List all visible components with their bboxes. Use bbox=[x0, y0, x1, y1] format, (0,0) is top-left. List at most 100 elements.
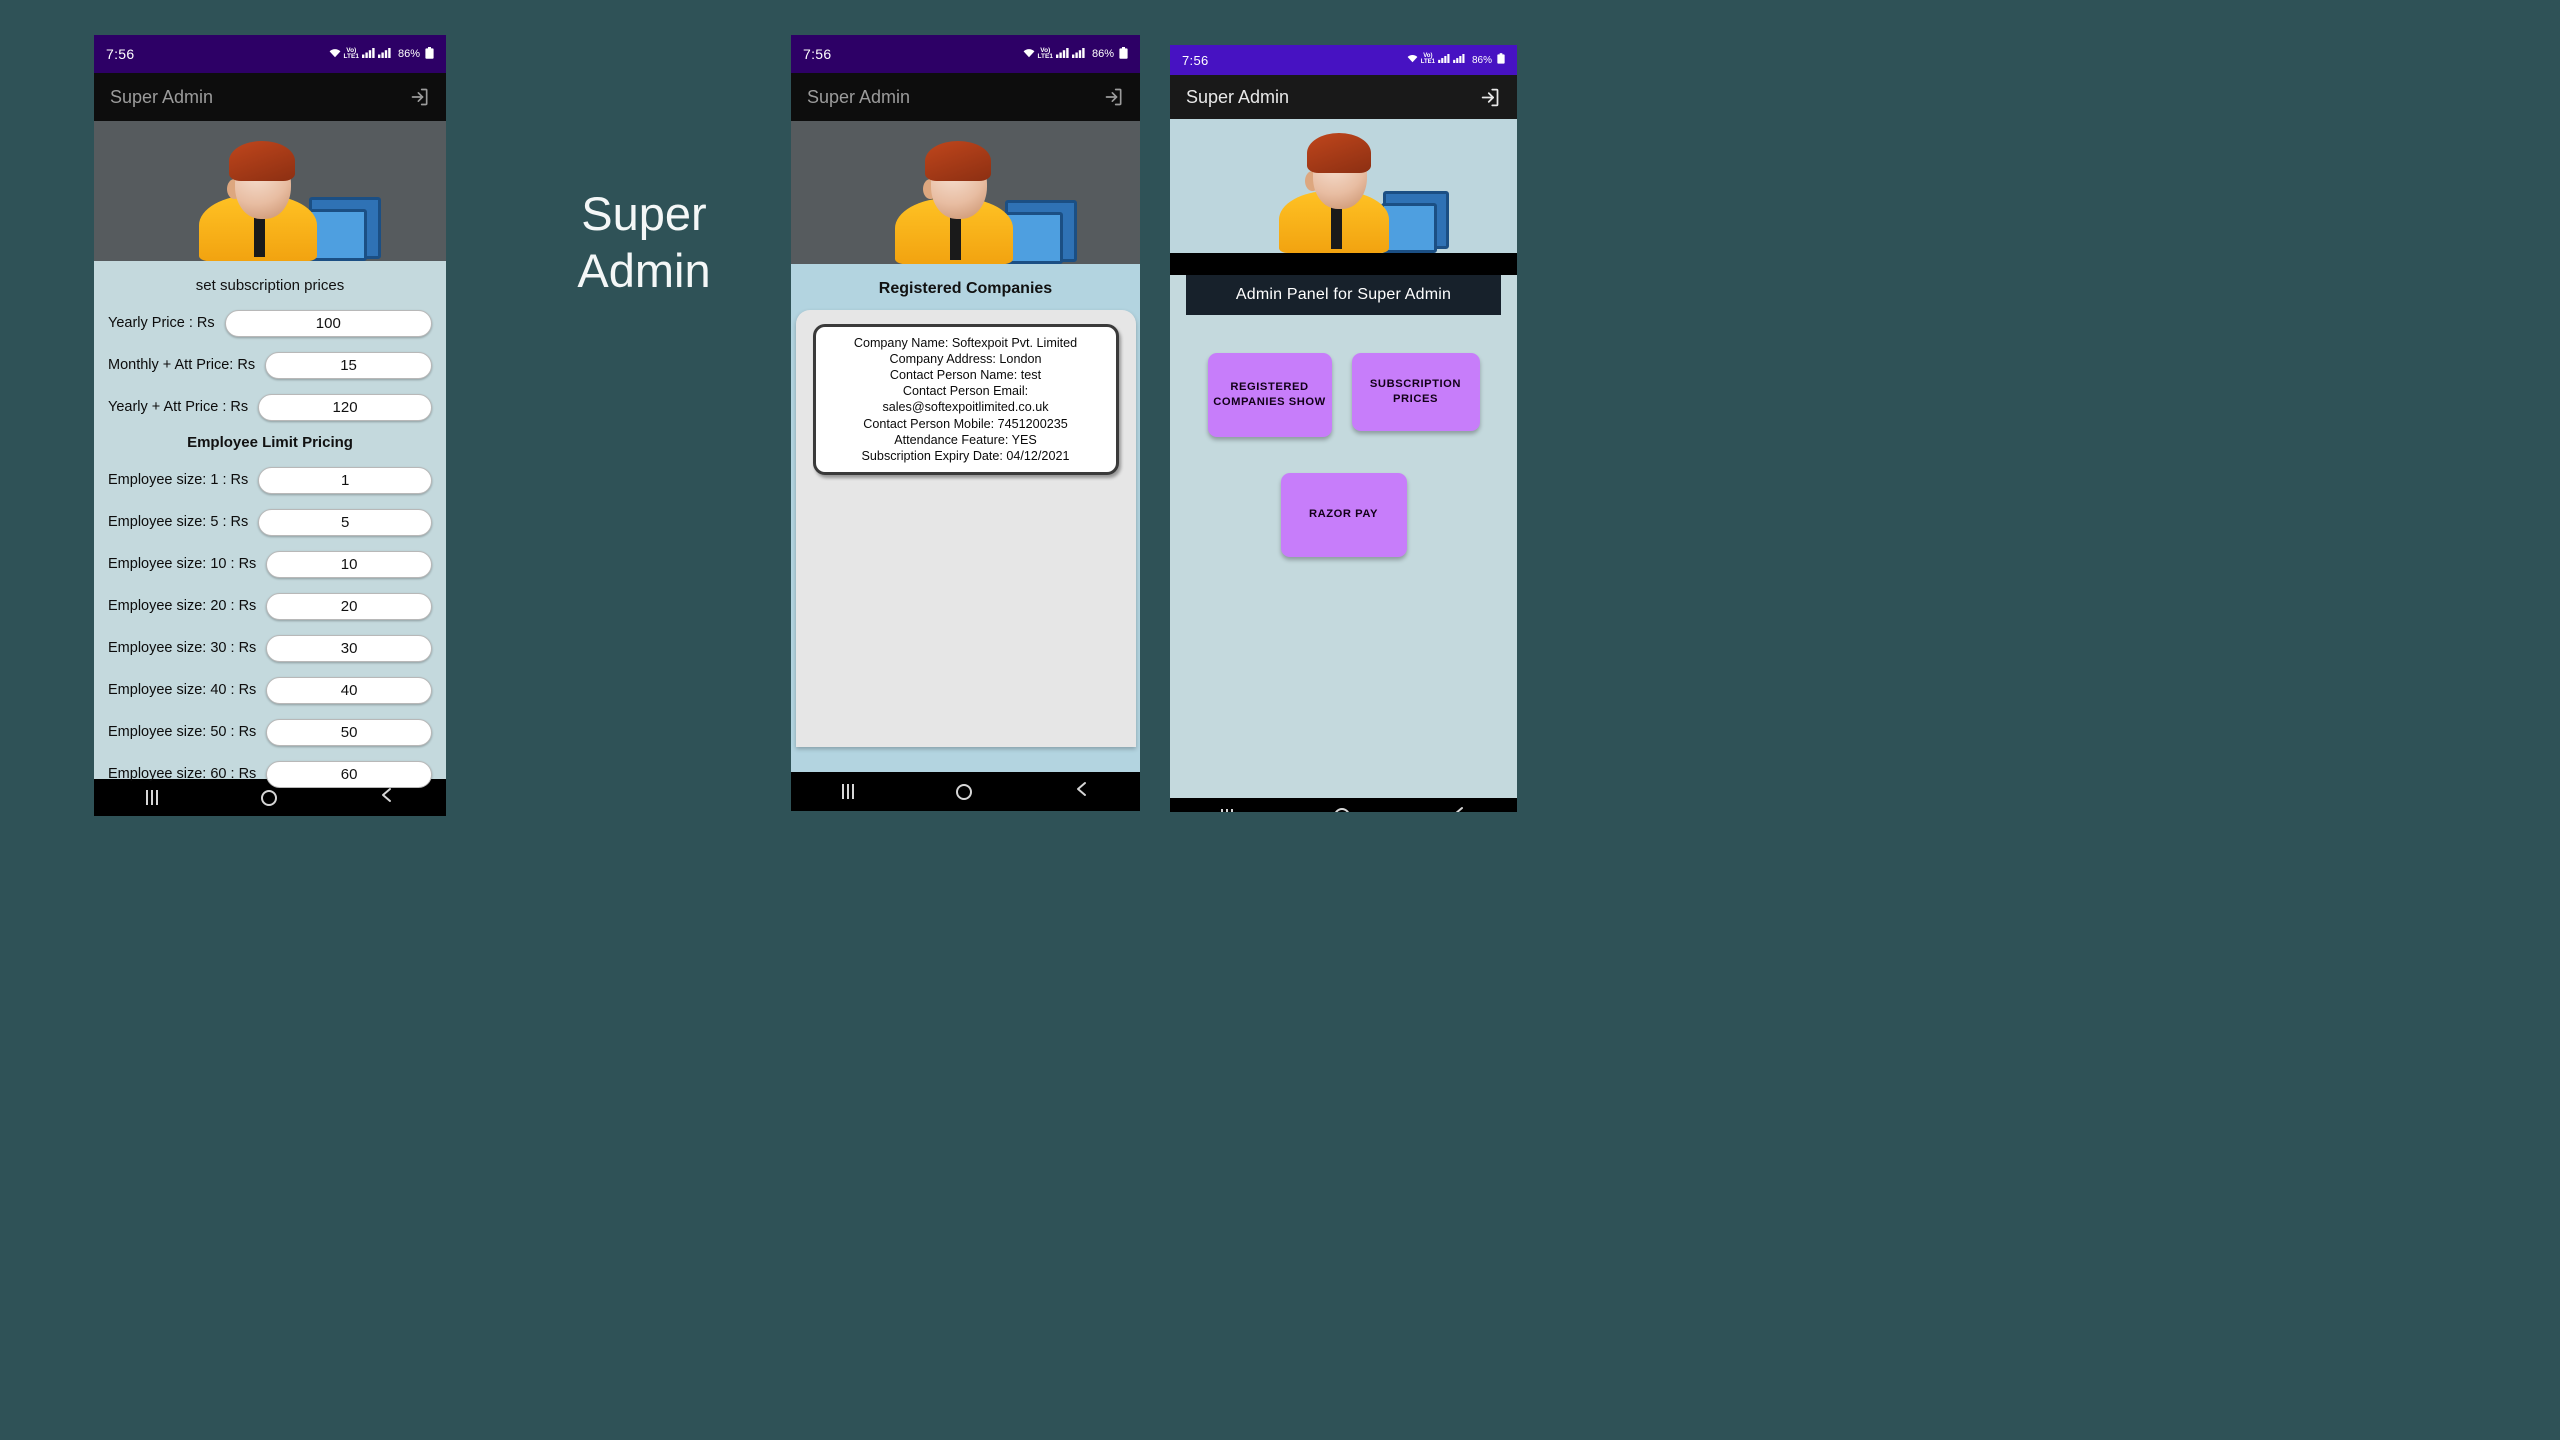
field-label: Employee size: 30 : Rs bbox=[108, 640, 257, 656]
employee-field-row: Employee size: 30 : Rs 30 bbox=[94, 627, 446, 669]
employee-field-row: Employee size: 50 : Rs 50 bbox=[94, 711, 446, 753]
status-bar-time: 7:56 bbox=[1182, 52, 1209, 68]
subscription-prices-panel: set subscription prices Yearly Price : R… bbox=[94, 261, 446, 788]
admin-panel-banner: Admin Panel for Super Admin bbox=[1186, 275, 1501, 315]
field-label: Employee size: 1 : Rs bbox=[108, 472, 249, 488]
signal-bars-icon bbox=[1055, 47, 1069, 61]
subscription-prices-button[interactable]: SUBSCRIPTION PRICES bbox=[1351, 353, 1480, 431]
logout-icon[interactable] bbox=[410, 87, 430, 107]
contact-person-email-value: sales@softexpoitlimited.co.uk bbox=[882, 400, 1049, 415]
hero-image-admin-avatar bbox=[94, 121, 446, 261]
contact-person-email-label: Contact Person Email: bbox=[902, 384, 1029, 399]
app-bar-title: Super Admin bbox=[110, 86, 214, 107]
price-field-row: Monthly + Att Price: Rs 15 bbox=[94, 344, 446, 386]
field-label: Employee size: 40 : Rs bbox=[108, 682, 257, 698]
field-label: Monthly + Att Price: Rs bbox=[108, 357, 256, 373]
phone-screen-admin-panel: 7:56 Vo) LTE1 86% Super Admin Admin Pane… bbox=[1170, 45, 1517, 812]
caption-line-2: Admin bbox=[577, 244, 711, 298]
status-bar: 7:56 Vo) LTE1 86% bbox=[791, 35, 1140, 73]
razor-pay-button[interactable]: RAZOR PAY bbox=[1280, 473, 1407, 557]
employee-size-30-input[interactable]: 30 bbox=[266, 634, 432, 662]
android-nav-bar bbox=[791, 772, 1140, 811]
employee-field-row: Employee size: 5 : Rs 5 bbox=[94, 501, 446, 543]
home-icon[interactable] bbox=[956, 783, 973, 800]
phone-screen-subscription-prices: 7:56 Vo) LTE1 86% Super Admin set subscr… bbox=[94, 35, 446, 816]
recents-icon[interactable] bbox=[145, 790, 158, 805]
signal-bars-icon bbox=[1071, 47, 1085, 61]
android-nav-bar bbox=[1170, 798, 1517, 812]
volte-icon: Vo) LTE1 bbox=[343, 46, 359, 60]
employee-field-row: Employee size: 20 : Rs 20 bbox=[94, 585, 446, 627]
primary-button-row: REGISTERED COMPANIES SHOW SUBSCRIPTION P… bbox=[1170, 353, 1517, 437]
status-bar-icons: Vo) LTE1 86% bbox=[1407, 53, 1505, 67]
recents-icon[interactable] bbox=[842, 784, 855, 799]
section-title-subscription: set subscription prices bbox=[195, 277, 345, 294]
field-label: Yearly + Att Price : Rs bbox=[108, 399, 249, 415]
recents-icon[interactable] bbox=[1220, 808, 1233, 812]
attendance-feature-line: Attendance Feature: YES bbox=[894, 432, 1037, 447]
registered-companies-panel: Registered Companies Company Name: Softe… bbox=[791, 264, 1140, 772]
employee-size-1-input[interactable]: 1 bbox=[258, 466, 432, 494]
company-card[interactable]: Company Name: Softexpoit Pvt. Limited Co… bbox=[812, 324, 1119, 475]
battery-percent-label: 86% bbox=[1471, 54, 1492, 66]
app-bar-title: Super Admin bbox=[1186, 86, 1290, 107]
status-bar-icons: Vo) LTE1 86% bbox=[1023, 46, 1128, 62]
admin-panel-body: Admin Panel for Super Admin REGISTERED C… bbox=[1170, 275, 1517, 798]
field-label: Employee size: 50 : Rs bbox=[108, 724, 257, 740]
price-field-row: Yearly Price : Rs 100 bbox=[94, 302, 446, 344]
employee-size-50-input[interactable]: 50 bbox=[266, 718, 432, 746]
field-label: Employee size: 20 : Rs bbox=[108, 598, 257, 614]
signal-bars-icon bbox=[1453, 54, 1465, 66]
section-title-employee-limit: Employee Limit Pricing bbox=[187, 434, 353, 451]
company-name-line: Company Name: Softexpoit Pvt. Limited bbox=[853, 336, 1078, 350]
admin-avatar-illustration bbox=[851, 121, 1081, 264]
back-icon[interactable] bbox=[380, 787, 394, 808]
monthly-att-price-input[interactable]: 15 bbox=[265, 351, 432, 379]
status-bar: 7:56 Vo) LTE1 86% bbox=[94, 35, 446, 73]
back-icon[interactable] bbox=[1452, 806, 1466, 812]
back-icon[interactable] bbox=[1075, 781, 1089, 802]
field-label: Employee size: 60 : Rs bbox=[108, 766, 257, 782]
home-icon[interactable] bbox=[260, 789, 277, 806]
employee-size-20-input[interactable]: 20 bbox=[266, 592, 432, 620]
logout-icon[interactable] bbox=[1480, 87, 1501, 108]
admin-avatar-illustration bbox=[155, 121, 385, 261]
battery-icon bbox=[1497, 53, 1505, 67]
page-title: Registered Companies bbox=[878, 280, 1053, 297]
company-address-line: Company Address: London bbox=[889, 352, 1042, 367]
contact-person-name-line: Contact Person Name: test bbox=[889, 368, 1042, 383]
phone-screen-registered-companies: 7:56 Vo) LTE1 86% Super Admin Registered… bbox=[791, 35, 1140, 811]
field-label: Yearly Price : Rs bbox=[108, 315, 215, 331]
companies-list: Company Name: Softexpoit Pvt. Limited Co… bbox=[795, 310, 1136, 747]
signal-bars-icon bbox=[361, 47, 375, 61]
subscription-expiry-line: Subscription Expiry Date: 04/12/2021 bbox=[861, 448, 1070, 463]
battery-icon bbox=[1119, 46, 1128, 62]
admin-avatar-illustration bbox=[1229, 119, 1459, 253]
employee-size-60-input[interactable]: 60 bbox=[266, 760, 432, 788]
logout-icon[interactable] bbox=[1104, 87, 1124, 107]
employee-size-10-input[interactable]: 10 bbox=[266, 550, 432, 578]
registered-companies-show-button[interactable]: REGISTERED COMPANIES SHOW bbox=[1207, 353, 1332, 437]
hero-image-admin-avatar bbox=[1170, 119, 1517, 253]
volte-icon: Vo) LTE1 bbox=[1420, 53, 1435, 65]
price-field-row: Yearly + Att Price : Rs 120 bbox=[94, 386, 446, 428]
app-bar: Super Admin bbox=[94, 73, 446, 121]
yearly-price-input[interactable]: 100 bbox=[224, 309, 432, 337]
employee-field-row: Employee size: 40 : Rs 40 bbox=[94, 669, 446, 711]
employee-size-40-input[interactable]: 40 bbox=[266, 676, 432, 704]
home-icon[interactable] bbox=[1334, 808, 1351, 812]
battery-percent-label: 86% bbox=[397, 48, 420, 60]
wifi-icon bbox=[329, 48, 341, 61]
employee-size-5-input[interactable]: 5 bbox=[258, 508, 432, 536]
signal-bars-icon bbox=[1438, 54, 1450, 66]
battery-percent-label: 86% bbox=[1091, 48, 1114, 60]
caption-line-1: Super bbox=[581, 187, 707, 240]
status-bar: 7:56 Vo) LTE1 86% bbox=[1170, 45, 1517, 75]
status-bar-time: 7:56 bbox=[106, 46, 135, 62]
yearly-att-price-input[interactable]: 120 bbox=[258, 393, 432, 421]
caption-super-admin: Super Admin bbox=[509, 185, 779, 300]
field-label: Employee size: 10 : Rs bbox=[108, 556, 257, 572]
wifi-icon bbox=[1023, 48, 1035, 61]
app-bar: Super Admin bbox=[791, 73, 1140, 121]
signal-bars-icon bbox=[377, 47, 391, 61]
